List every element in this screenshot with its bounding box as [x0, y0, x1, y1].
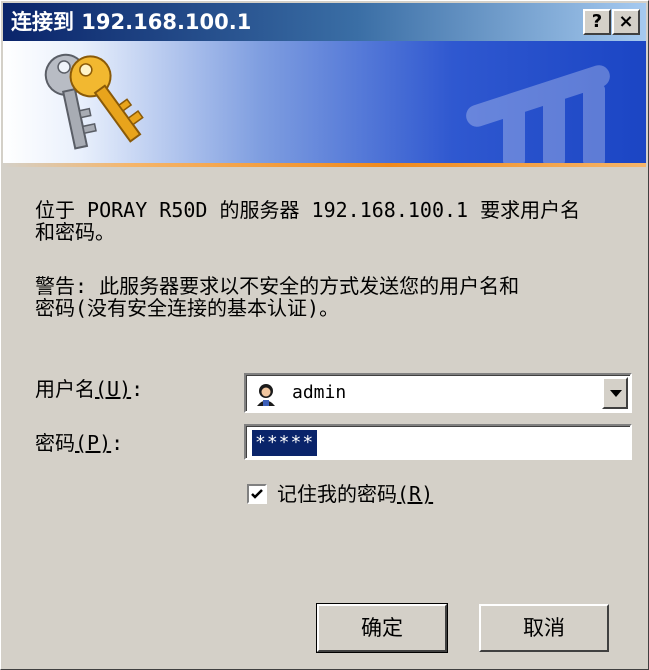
- server-prompt-text: 位于 PORAY R50D 的服务器 192.168.100.1 要求用户名 和…: [35, 198, 581, 244]
- banner: [3, 41, 646, 163]
- cancel-button[interactable]: 取消: [479, 604, 609, 652]
- ok-button[interactable]: 确定: [316, 603, 448, 653]
- username-combobox[interactable]: admin: [244, 373, 632, 413]
- remember-hotkey: (R): [397, 482, 434, 506]
- username-hotkey: (U): [95, 377, 132, 401]
- username-colon: :: [131, 377, 144, 401]
- username-label-text: 用户名: [35, 377, 95, 401]
- user-avatar-icon: [254, 382, 278, 406]
- password-label: 密码(P):: [35, 431, 123, 455]
- remember-password-checkbox[interactable]: [247, 484, 267, 504]
- password-label-text: 密码: [35, 431, 75, 455]
- title-bar[interactable]: 连接到 192.168.100.1 ? ×: [3, 3, 646, 41]
- password-value: *****: [252, 430, 318, 456]
- username-value: admin: [292, 382, 347, 403]
- password-field[interactable]: *****: [244, 424, 632, 460]
- remember-password-label[interactable]: 记住我的密码(R): [277, 482, 433, 506]
- password-hotkey: (P): [75, 431, 112, 455]
- login-dialog: 连接到 192.168.100.1 ? × 位于 PORAY R50D 的服务器…: [0, 0, 649, 670]
- chevron-down-icon: [610, 390, 622, 397]
- keys-icon: [44, 53, 144, 150]
- close-button[interactable]: ×: [612, 9, 640, 35]
- password-colon: :: [111, 431, 124, 455]
- username-label: 用户名(U):: [35, 377, 143, 401]
- username-dropdown-button[interactable]: [602, 377, 628, 409]
- window-title: 连接到 192.168.100.1: [11, 10, 252, 34]
- help-button[interactable]: ?: [583, 9, 611, 35]
- banner-divider: [3, 163, 646, 167]
- checkmark-icon: [251, 489, 263, 499]
- security-warning-text: 警告: 此服务器要求以不安全的方式发送您的用户名和 密码(没有安全连接的基本认证…: [35, 274, 520, 320]
- remember-label-text: 记住我的密码: [277, 482, 397, 506]
- keys-watermark-icon: [466, 65, 610, 163]
